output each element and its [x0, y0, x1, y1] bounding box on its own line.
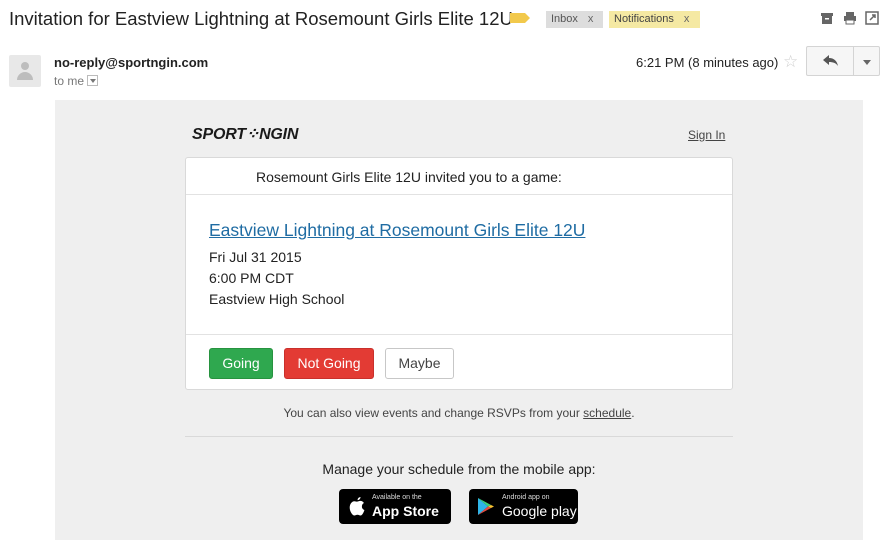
view-note-text: You can also view events and change RSVP… — [283, 406, 584, 420]
brand-logo: SPORT⁘NGIN — [192, 124, 298, 144]
reply-icon — [823, 55, 838, 66]
google-play-badge[interactable]: Android app on Google play — [469, 489, 578, 524]
going-button[interactable]: Going — [209, 348, 273, 379]
divider — [185, 436, 733, 437]
event-time: 6:00 PM CDT — [209, 270, 294, 286]
apple-icon — [349, 497, 365, 516]
app-store-small-text: Available on the — [372, 494, 422, 501]
manage-schedule-text: Manage your schedule from the mobile app… — [322, 461, 596, 477]
archive-icon[interactable] — [820, 11, 834, 25]
print-icon[interactable] — [843, 11, 857, 25]
rsvp-buttons: Going Not Going Maybe — [186, 334, 732, 390]
event-location: Eastview High School — [209, 291, 345, 307]
chevron-down-icon — [863, 60, 871, 65]
show-details-icon[interactable] — [87, 75, 99, 86]
schedule-link[interactable]: schedule — [583, 406, 631, 420]
avatar — [9, 55, 41, 87]
recipient-line: to me — [54, 74, 99, 88]
brand-logo-mark: ⁘ — [245, 126, 260, 143]
google-play-icon — [478, 498, 494, 515]
important-marker-icon[interactable] — [510, 13, 530, 23]
subject-bar: Invitation for Eastview Lightning at Ros… — [0, 0, 880, 38]
google-play-small-text: Android app on — [502, 494, 550, 501]
brand-logo-right: NGIN — [259, 126, 299, 143]
avatar-head — [21, 62, 29, 70]
label-notifications-text: Notifications — [614, 13, 674, 25]
star-icon[interactable]: ☆ — [783, 52, 798, 72]
app-store-big-text: App Store — [372, 503, 439, 519]
sender-email[interactable]: no-reply@sportngin.com — [54, 55, 208, 70]
sign-in-link[interactable]: Sign In — [688, 128, 725, 142]
message-time: 6:21 PM (8 minutes ago) — [636, 55, 779, 70]
label-notifications-remove[interactable]: x — [684, 13, 690, 25]
app-store-badge[interactable]: Available on the App Store — [339, 489, 451, 524]
event-date: Fri Jul 31 2015 — [209, 249, 302, 265]
avatar-body — [17, 72, 33, 80]
label-inbox-remove[interactable]: x — [588, 13, 594, 25]
reply-button[interactable] — [806, 46, 854, 76]
brand-logo-left: SPORT — [192, 126, 246, 143]
label-inbox-text: Inbox — [551, 13, 578, 25]
more-options-button[interactable] — [853, 46, 880, 76]
card-header: Rosemount Girls Elite 12U invited you to… — [186, 158, 732, 195]
not-going-button[interactable]: Not Going — [284, 348, 374, 379]
invitation-card: Rosemount Girls Elite 12U invited you to… — [185, 157, 733, 390]
new-window-icon[interactable] — [865, 11, 879, 25]
invite-text: Rosemount Girls Elite 12U invited you to… — [256, 169, 562, 185]
label-inbox[interactable]: Inbox x — [546, 11, 603, 28]
maybe-button[interactable]: Maybe — [385, 348, 454, 379]
google-play-big-text: Google play — [502, 503, 577, 519]
view-note-suffix: . — [631, 406, 635, 420]
recipient-text: to me — [54, 74, 85, 88]
email-subject: Invitation for Eastview Lightning at Ros… — [9, 8, 513, 29]
label-notifications[interactable]: Notifications x — [609, 11, 700, 28]
view-events-note: You can also view events and change RSVP… — [0, 406, 880, 420]
event-title-link[interactable]: Eastview Lightning at Rosemount Girls El… — [209, 220, 585, 241]
